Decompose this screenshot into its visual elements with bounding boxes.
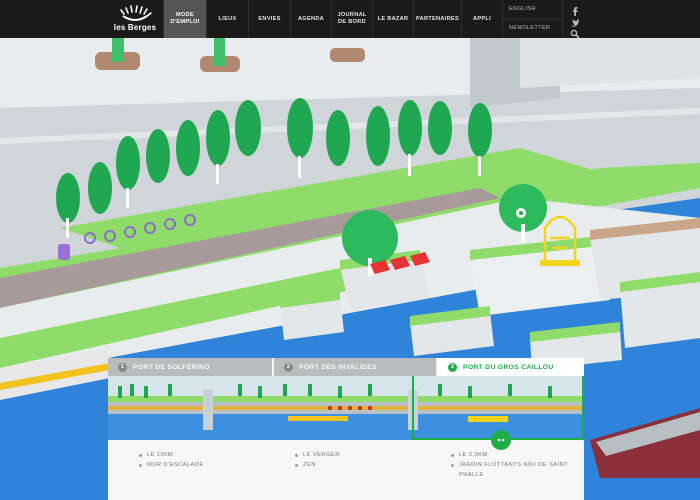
nav-item-label: MODE D'EMPLOI — [170, 12, 200, 25]
site-logo[interactable]: les Berges — [108, 0, 162, 38]
nav-item-label: AGENDA — [297, 15, 325, 22]
utility-links: ENGLISH NEWSLETTER — [502, 0, 563, 38]
port-minimap[interactable] — [108, 376, 584, 440]
list-item: LE 2,3KM — [450, 450, 584, 460]
nav-item-agenda[interactable]: AGENDA — [290, 0, 331, 38]
top-nav: les Berges MODE D'EMPLOI LIEUX ENVIES AG… — [0, 0, 700, 39]
nav-item-envies[interactable]: ENVIES — [248, 0, 290, 38]
divider — [503, 19, 563, 20]
search-icon[interactable] — [570, 26, 580, 39]
tab-port-gros-caillou[interactable]: 3 PORT DU GROS CAILLOU — [438, 358, 584, 376]
features-gros-caillou: LE 2,3KM JARDIN FLOTTANTS NIKI DE SAINT … — [450, 450, 584, 480]
list-item: LE VERGER — [294, 450, 340, 460]
nav-item-le-bazar[interactable]: LE BAZAR — [372, 0, 413, 38]
nav-item-label: ENVIES — [258, 15, 281, 22]
facebook-icon[interactable] — [570, 3, 580, 16]
english-link[interactable]: ENGLISH — [509, 6, 536, 12]
nav-item-label: JOURNAL DE BORD — [337, 12, 367, 25]
twitter-icon[interactable] — [570, 15, 580, 27]
nav-item-lieux[interactable]: LIEUX — [206, 0, 248, 38]
nav-item-label: PARTENAIRES — [416, 15, 459, 22]
tab-label: PORT DES INVALIDES — [299, 363, 377, 371]
nav-item-appli[interactable]: APPLI — [461, 0, 502, 38]
nav-item-label: APPLI — [473, 15, 491, 22]
tab-number: 1 — [118, 362, 127, 372]
tab-port-solferino[interactable]: 1 PORT DE SOLFÉRINO — [108, 358, 272, 376]
tab-port-invalides[interactable]: 2 PORT DES INVALIDES — [274, 358, 436, 376]
newsletter-link[interactable]: NEWSLETTER — [509, 25, 550, 31]
nav-item-mode-emploi[interactable]: MODE D'EMPLOI — [163, 0, 206, 38]
nav-item-partenaires[interactable]: PARTENAIRES — [413, 0, 461, 38]
features-invalides: LE VERGER ZEN — [294, 450, 340, 470]
sun-eye-logo-icon — [120, 5, 152, 21]
nav-item-journal-de-bord[interactable]: JOURNAL DE BORD — [331, 0, 372, 38]
port-selector-panel: 1 PORT DE SOLFÉRINO 2 PORT DES INVALIDES… — [108, 358, 584, 500]
tab-number: 2 — [284, 362, 293, 372]
features-solferino: LE 100M MUR D'ESCALADE — [138, 450, 204, 470]
port-tabs: 1 PORT DE SOLFÉRINO 2 PORT DES INVALIDES… — [108, 358, 584, 376]
logo-text: les Berges — [113, 23, 157, 32]
social-links — [562, 0, 584, 39]
tab-number: 3 — [448, 362, 457, 372]
tab-label: PORT DU GROS CAILLOU — [463, 363, 554, 371]
tab-label: PORT DE SOLFÉRINO — [133, 363, 210, 371]
list-item: LE 100M — [138, 450, 204, 460]
nav-item-label: LE BAZAR — [377, 15, 409, 22]
zoom-icon[interactable] — [491, 430, 511, 450]
list-item: ZEN — [294, 460, 340, 470]
list-item: MUR D'ESCALADE — [138, 460, 204, 470]
list-item: JARDIN FLOTTANTS NIKI DE SAINT PHALLE — [450, 460, 584, 480]
nav-item-label: LIEUX — [218, 15, 237, 22]
